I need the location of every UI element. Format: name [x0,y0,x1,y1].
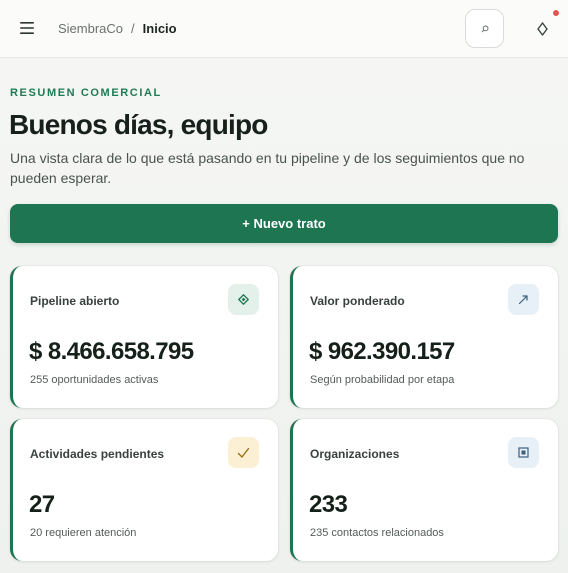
diamond-icon [536,22,548,36]
stat-card-note: 20 requieren atención [30,527,137,539]
stat-card-value: $ 8.466.658.795 [29,338,194,365]
diamond-icon [238,294,249,305]
stat-card-label: Actividades pendientes [30,447,165,461]
stat-card-icon-badge [508,284,539,315]
stat-card-organizations[interactable]: Organizaciones 233 235 contactos relacio… [290,419,558,561]
top-bar: SiembraCo / Inicio [0,0,568,58]
stat-card-value: $ 962.390.157 [309,338,455,365]
stat-card-note: Según probabilidad por etapa [310,374,455,386]
search-button[interactable] [465,9,504,48]
building-icon [518,447,529,458]
stat-card-icon-badge [228,437,259,468]
section-eyebrow: RESUMEN COMERCIAL [10,87,162,99]
menu-button[interactable] [16,16,38,40]
check-icon [237,447,250,458]
stat-card-note: 235 contactos relacionados [310,527,444,539]
hamburger-icon [20,22,34,34]
new-deal-button[interactable]: + Nuevo trato [10,204,558,243]
stat-card-weighted-value[interactable]: Valor ponderado $ 962.390.157 Según prob… [290,266,558,408]
stat-card-open-pipeline[interactable]: Pipeline abierto $ 8.466.658.795 255 opo… [10,266,278,408]
notifications-button[interactable] [530,16,554,42]
stat-card-label: Organizaciones [310,447,400,461]
stat-card-label: Pipeline abierto [30,294,120,308]
trend-up-icon [518,295,528,305]
stat-card-value: 27 [29,491,55,518]
stat-card-pending-activities[interactable]: Actividades pendientes 27 20 requieren a… [10,419,278,561]
stat-card-icon-badge [228,284,259,315]
search-icon [481,25,488,32]
notification-badge-dot [553,10,559,16]
page-subtitle: Una vista clara de lo que está pasando e… [10,150,525,186]
breadcrumb-current: Inicio [142,20,177,36]
breadcrumb: SiembraCo / Inicio [58,18,177,38]
stat-card-label: Valor ponderado [310,294,405,308]
breadcrumb-separator: / [131,20,135,36]
page-title: Buenos días, equipo [9,109,268,140]
stat-card-note: 255 oportunidades activas [30,374,159,386]
breadcrumb-root-link[interactable]: SiembraCo [58,21,123,36]
stat-card-icon-badge [508,437,539,468]
stat-card-value: 233 [309,491,348,518]
